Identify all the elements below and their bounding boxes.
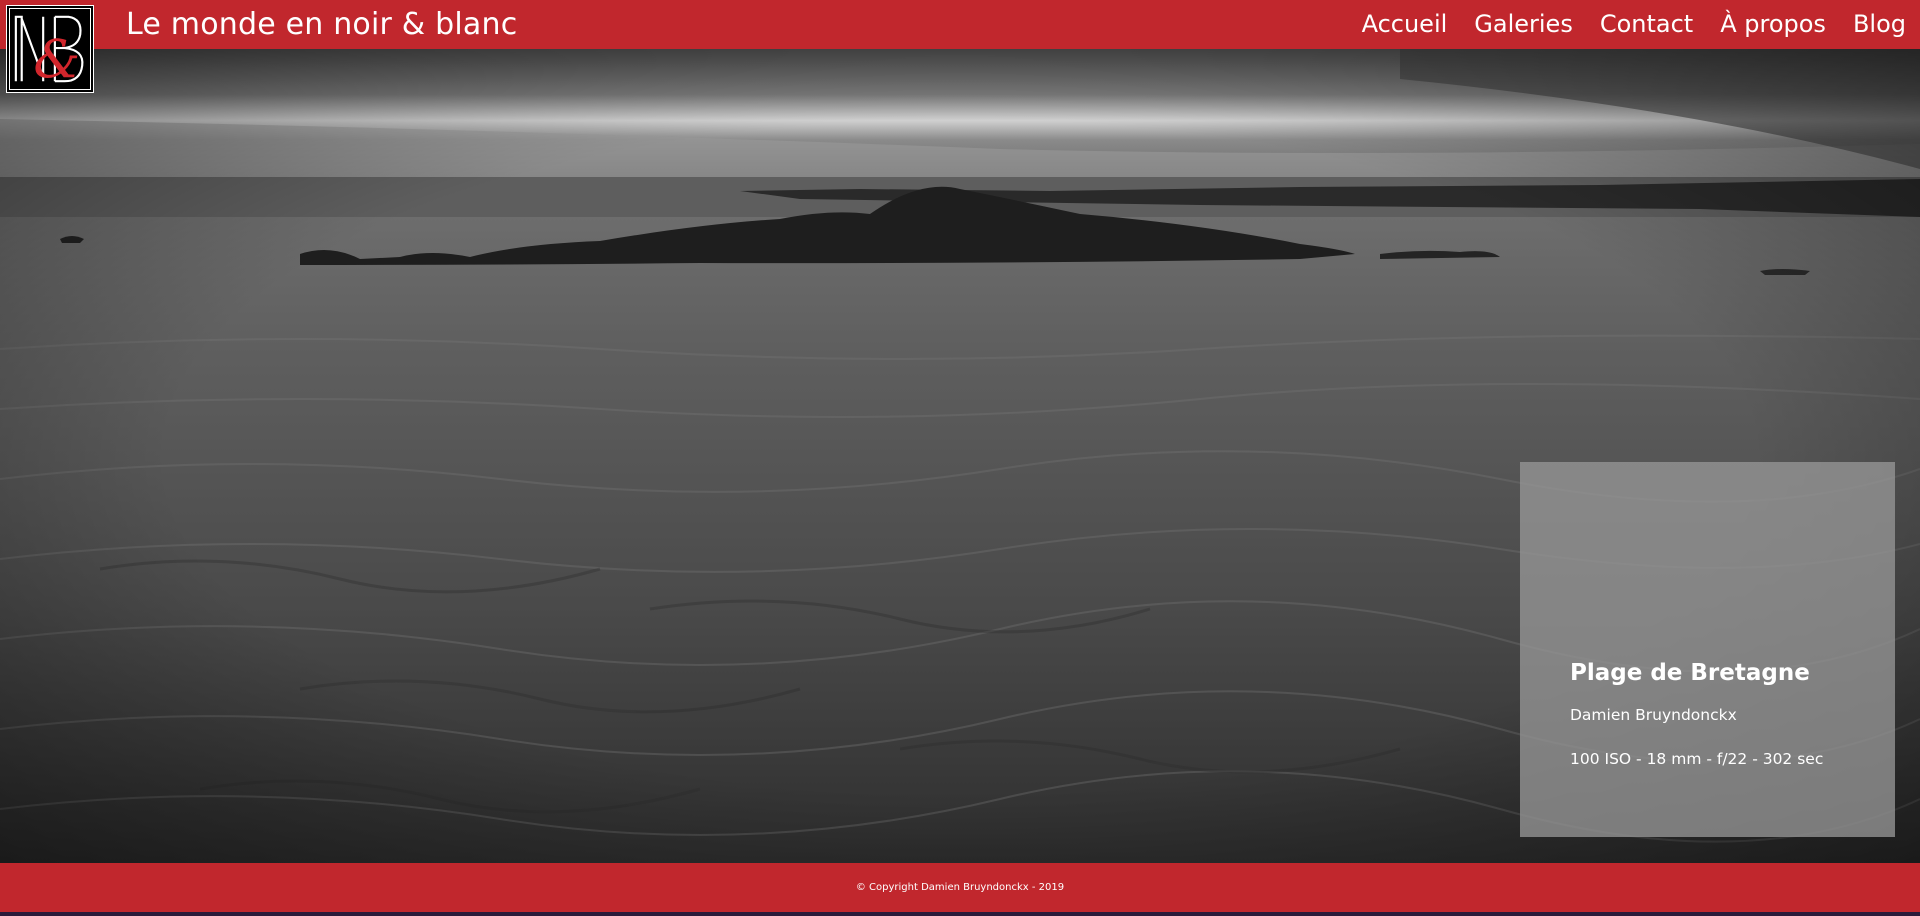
site-header: Le monde en noir & blanc Accueil Galerie… bbox=[0, 0, 1920, 49]
hero-photo: Plage de Bretagne Damien Bruyndonckx 100… bbox=[0, 49, 1920, 863]
photo-title: Plage de Bretagne bbox=[1570, 660, 1810, 686]
site-footer: © Copyright Damien Bruyndonckx - 2019 bbox=[0, 863, 1920, 912]
nav-item-a-propos[interactable]: À propos bbox=[1720, 0, 1826, 49]
copyright-text: © Copyright Damien Bruyndonckx - 2019 bbox=[855, 882, 1065, 893]
logo-mark-icon: & bbox=[14, 15, 84, 89]
svg-text:&: & bbox=[33, 29, 80, 89]
bottom-edge-strip bbox=[0, 912, 1920, 916]
nav-item-accueil[interactable]: Accueil bbox=[1362, 0, 1448, 49]
nav-item-contact[interactable]: Contact bbox=[1600, 0, 1693, 49]
site-title[interactable]: Le monde en noir & blanc bbox=[126, 6, 517, 44]
logo-frame: & bbox=[9, 8, 91, 90]
main-nav: Accueil Galeries Contact À propos Blog bbox=[1362, 0, 1920, 49]
photo-exif: 100 ISO - 18 mm - f/22 - 302 sec bbox=[1570, 750, 1824, 768]
photo-info-card: Plage de Bretagne Damien Bruyndonckx 100… bbox=[1520, 462, 1895, 837]
nav-item-blog[interactable]: Blog bbox=[1853, 0, 1906, 49]
nav-item-galeries[interactable]: Galeries bbox=[1474, 0, 1573, 49]
site-logo[interactable]: & bbox=[6, 5, 94, 93]
photo-author: Damien Bruyndonckx bbox=[1570, 706, 1737, 724]
